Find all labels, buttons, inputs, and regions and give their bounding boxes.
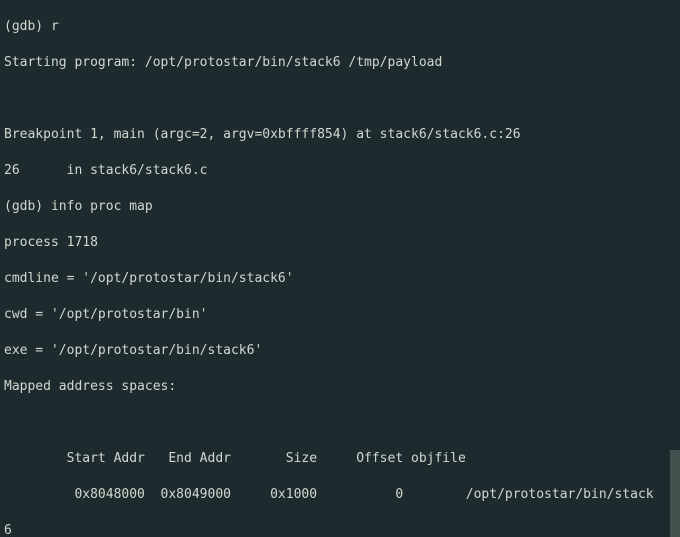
- map-row: 0x8048000 0x8049000 0x1000 0 /opt/protos…: [4, 486, 676, 504]
- starting-program: Starting program: /opt/protostar/bin/sta…: [4, 54, 676, 72]
- blank-line: [4, 414, 676, 432]
- source-line: 26 in stack6/stack6.c: [4, 162, 676, 180]
- terminal-output[interactable]: (gdb) r Starting program: /opt/protostar…: [0, 0, 680, 537]
- cmd-run: r: [51, 19, 59, 34]
- cmd-info-proc-map: info proc map: [51, 199, 153, 214]
- breakpoint-hit: Breakpoint 1, main (argc=2, argv=0xbffff…: [4, 126, 676, 144]
- scrollbar-thumb[interactable]: [670, 450, 680, 537]
- scrollbar-track[interactable]: [670, 0, 680, 537]
- map-row: 6: [4, 522, 676, 537]
- exe: exe = '/opt/protostar/bin/stack6': [4, 342, 676, 360]
- blank-line: [4, 90, 676, 108]
- cwd: cwd = '/opt/protostar/bin': [4, 306, 676, 324]
- gdb-prompt: (gdb): [4, 19, 51, 34]
- cmdline: cmdline = '/opt/protostar/bin/stack6': [4, 270, 676, 288]
- gdb-prompt: (gdb): [4, 199, 51, 214]
- mapped-header: Mapped address spaces:: [4, 378, 676, 396]
- column-header: Start Addr End Addr Size Offset objfile: [4, 450, 676, 468]
- process-id: process 1718: [4, 234, 676, 252]
